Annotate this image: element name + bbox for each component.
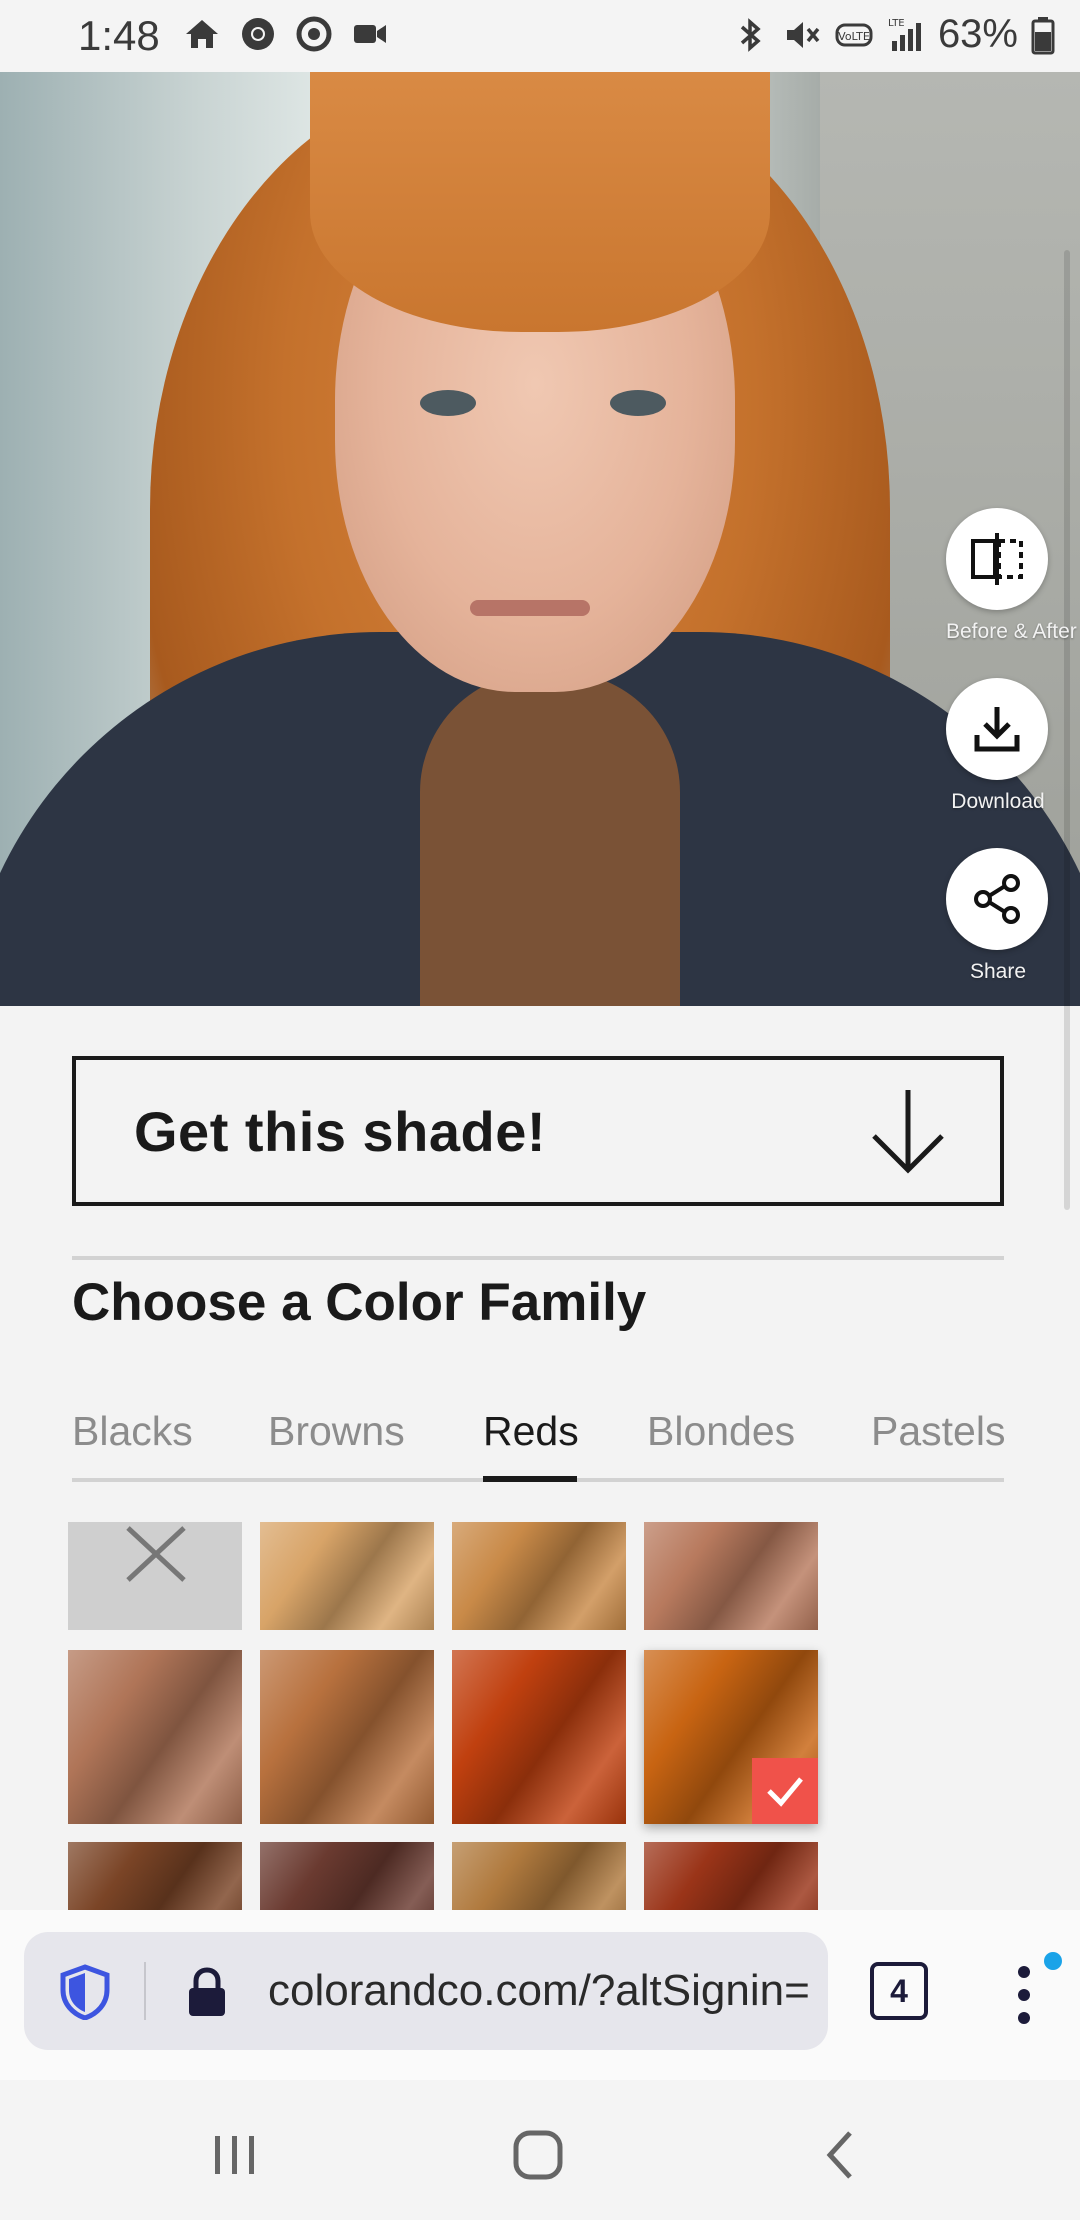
address-bar[interactable]: colorandco.com/?altSignin= [24,1932,828,2050]
tab-reds[interactable]: Reds [483,1408,579,1482]
shade-swatch[interactable] [260,1522,434,1630]
share-icon [974,874,1020,924]
shade-swatch[interactable] [452,1522,626,1630]
tab-pastels[interactable]: Pastels [871,1408,1005,1482]
bangs [310,72,770,332]
tab-blondes[interactable]: Blondes [647,1408,795,1482]
shade-swatch[interactable] [260,1650,434,1824]
download-icon [974,707,1020,752]
url-text[interactable]: colorandco.com/?altSignin= [268,1932,828,2050]
download-label: Download [951,790,1045,813]
shade-swatch-grid [68,1522,828,1910]
back-chevron-icon [826,2131,852,2179]
battery-icon [1031,16,1055,54]
shade-swatch[interactable] [260,1842,434,1910]
hair-color-preview-photo [0,72,1080,1006]
status-time: 1:48 [78,12,160,59]
shade-swatch[interactable] [452,1842,626,1910]
svg-text:LTE: LTE [888,18,905,29]
recent-apps-button[interactable] [190,2120,280,2190]
arrow-down-icon [872,1090,944,1174]
home-circle-icon [513,2130,563,2180]
more-menu-icon[interactable] [1004,1960,1044,2030]
section-divider [72,1256,1004,1260]
battery-percent: 63% [937,12,1018,56]
tab-browns[interactable]: Browns [268,1408,405,1482]
shade-swatch[interactable] [644,1650,818,1824]
video-icon [354,25,386,43]
before-after-action[interactable]: Before & After [946,508,1077,644]
home-button[interactable] [493,2120,583,2190]
before-after-button[interactable] [946,508,1048,610]
volte-icon: VoLTE [835,23,873,46]
color-family-tabs: Blacks Browns Reds Blondes Pastels [72,1408,1005,1482]
shade-swatch[interactable] [644,1522,818,1630]
lock-icon [189,1967,225,2016]
download-action[interactable]: Download [946,678,1050,814]
system-navigation-bar [0,2080,1080,2220]
active-tab-indicator [483,1476,577,1482]
mute-icon [786,21,820,48]
share-label: Share [969,960,1027,983]
mouth [470,600,590,616]
left-eye [420,390,476,416]
browser-toolbar: colorandco.com/?altSignin= 4 [0,1910,1080,2080]
before-after-label: Before & After [946,620,1077,643]
address-separator [144,1962,146,2020]
recent-apps-icon [215,2136,254,2174]
record-icon [296,16,332,52]
chrome-icon [242,18,274,50]
close-icon [126,1526,186,1582]
shield-icon[interactable] [58,1964,112,2020]
download-button[interactable] [946,678,1048,780]
tab-blacks[interactable]: Blacks [72,1408,193,1482]
get-this-shade-button[interactable]: Get this shade! [72,1056,1004,1206]
shade-swatch[interactable] [68,1842,242,1910]
shade-swatch[interactable] [644,1842,818,1910]
share-action[interactable]: Share [946,848,1050,984]
signal-icon: LTE [888,18,921,51]
notification-dot [1044,1952,1062,1970]
no-color-swatch[interactable] [68,1522,242,1630]
checkmark-icon [767,1777,803,1807]
tab-switcher-button[interactable]: 4 [870,1962,928,2020]
bluetooth-icon [740,17,761,52]
selected-check-badge [752,1758,818,1824]
page-scrollbar[interactable] [1064,250,1070,1210]
svg-text:VoLTE: VoLTE [838,30,870,43]
share-button[interactable] [946,848,1048,950]
back-button[interactable] [796,2120,886,2190]
neckline [420,672,680,1006]
shade-swatch[interactable] [68,1650,242,1824]
color-family-title: Choose a Color Family [72,1273,647,1332]
compare-icon [971,533,1023,585]
get-this-shade-label: Get this shade! [134,1099,547,1163]
status-bar: 1:48 VoLTE LTE 63% [0,0,1080,72]
shade-swatch[interactable] [452,1650,626,1824]
home-icon [186,20,218,48]
right-eye [610,390,666,416]
